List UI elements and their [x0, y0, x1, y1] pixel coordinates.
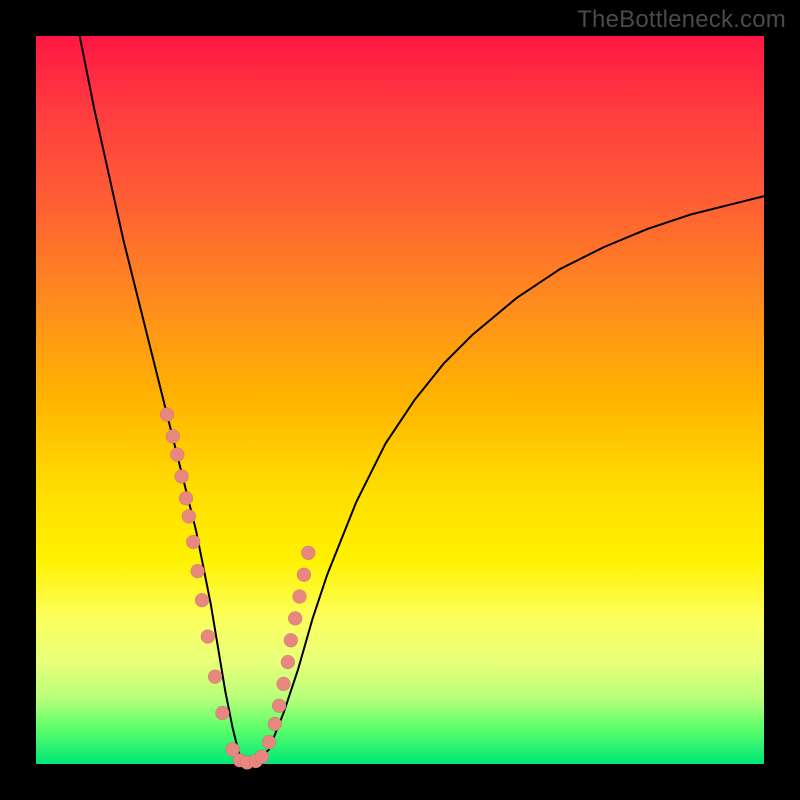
scatter-dot: [186, 535, 200, 549]
scatter-dot: [288, 611, 302, 625]
scatter-dot: [175, 469, 189, 483]
scatter-dot: [268, 717, 282, 731]
scatter-dot: [301, 546, 315, 560]
scatter-dot: [277, 677, 291, 691]
scatter-dot: [215, 706, 229, 720]
scatter-dot: [160, 408, 174, 422]
scatter-dot: [191, 564, 205, 578]
plot-area: [36, 36, 764, 764]
scatter-dot: [201, 630, 215, 644]
chart-svg: [36, 36, 764, 764]
scatter-dot: [179, 491, 193, 505]
scatter-dot: [208, 670, 222, 684]
scatter-dot: [170, 448, 184, 462]
scatter-dot: [293, 590, 307, 604]
chart-container: TheBottleneck.com: [0, 0, 800, 800]
scatter-dot: [182, 509, 196, 523]
scatter-group: [160, 408, 315, 770]
scatter-dot: [281, 655, 295, 669]
scatter-dot: [195, 593, 209, 607]
scatter-dot: [284, 633, 298, 647]
scatter-dot: [166, 429, 180, 443]
watermark-text: TheBottleneck.com: [577, 6, 786, 34]
scatter-dot: [255, 750, 269, 764]
bottleneck-curve: [80, 36, 764, 764]
scatter-dot: [272, 699, 286, 713]
scatter-dot: [297, 568, 311, 582]
scatter-dot: [262, 735, 276, 749]
